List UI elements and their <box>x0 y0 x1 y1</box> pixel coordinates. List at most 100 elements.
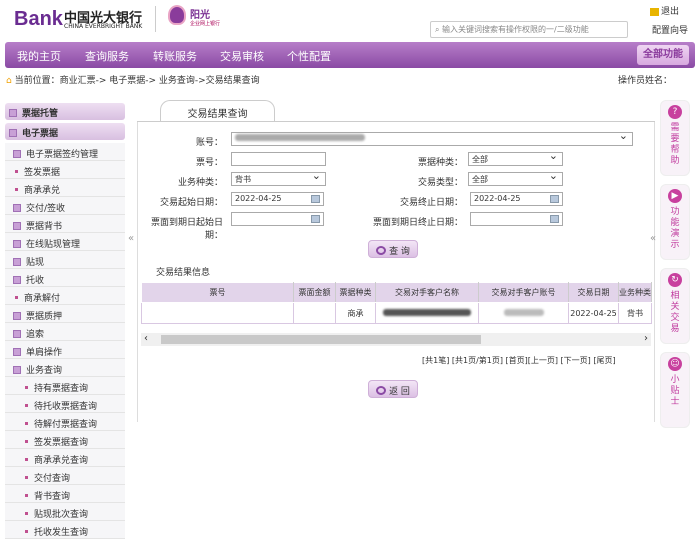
expand-icon <box>13 222 21 230</box>
expand-icon <box>13 312 21 320</box>
sidebar-header-bill-custody[interactable]: 票据托管 <box>5 103 125 120</box>
sidebar-item-label: 票据背书 <box>26 222 63 232</box>
cell-bill-type: 商承 <box>335 302 376 324</box>
sidebar-item-label: 电子票据签约管理 <box>26 150 99 160</box>
sidebar-item[interactable]: 业务查询 <box>5 359 125 377</box>
sidebar-header-label: 电子票据 <box>22 129 59 139</box>
calendar-icon[interactable] <box>550 195 559 203</box>
bank-logo: Bank <box>14 8 63 30</box>
search-placeholder: 输入关键词搜索有操作权限的一/二级功能 <box>442 25 589 34</box>
sidebar-item-label: 单肩操作 <box>26 348 63 358</box>
sidebar-item[interactable]: 交付/签收 <box>5 197 125 215</box>
all-functions-button[interactable]: 全部功能 <box>637 45 689 65</box>
expand-icon <box>13 366 21 374</box>
sidebar-item[interactable]: 交付查询 <box>5 467 125 485</box>
back-button[interactable]: 返 回 <box>368 380 418 398</box>
logout-icon <box>650 7 659 16</box>
scrollbar-thumb[interactable] <box>161 335 481 344</box>
sidebar-item[interactable]: 待解付票据查询 <box>5 413 125 431</box>
badge-title: 阳光 <box>190 10 210 21</box>
due-start-input[interactable] <box>231 212 324 226</box>
sidebar-item[interactable]: 持有票据查询 <box>5 377 125 395</box>
sidebar-header-e-bill[interactable]: 电子票据 <box>5 123 125 140</box>
nav-query[interactable]: 查询服务 <box>85 48 129 64</box>
results-table: 票号 票面金额 票据种类 交易对手客户名称 交易对手客户账号 交易日期 业务种类… <box>141 282 652 324</box>
biz-type-label: 业务种类： <box>177 178 223 188</box>
expand-icon <box>13 240 21 248</box>
bill-no-input[interactable] <box>231 152 326 166</box>
sidebar-item[interactable]: 待托收票据查询 <box>5 395 125 413</box>
sidebar-item[interactable]: 商承承兑查询 <box>5 449 125 467</box>
sidebar-item[interactable]: 商承解付 <box>5 287 125 305</box>
pagination[interactable]: [共1笔] [共1页/第1页] [首页][上一页] [下一页] [尾页] <box>422 355 616 366</box>
nav-transfer[interactable]: 转账服务 <box>153 48 197 64</box>
sidebar-item-label: 交付查询 <box>34 474 71 484</box>
sidebar-item[interactable]: 托收发生查询 <box>5 521 125 539</box>
sidebar-item[interactable]: 追索 <box>5 323 125 341</box>
account-label: 账号： <box>195 138 223 148</box>
rail-label: 相关交易 <box>670 291 680 334</box>
bank-name-en: CHINA EVERBRIGHT BANK <box>64 23 143 30</box>
trade-type-label: 交易类型： <box>417 178 463 188</box>
logout-button[interactable]: 退出 <box>650 4 679 17</box>
home-icon: ⌂ <box>6 76 12 86</box>
bill-type-select[interactable]: 全部 <box>468 149 563 166</box>
col-date: 交易日期 <box>568 282 619 303</box>
sidebar-item[interactable]: 贴现批次查询 <box>5 503 125 521</box>
bullet-icon <box>15 188 18 191</box>
calendar-icon[interactable] <box>311 215 320 223</box>
sidebar-item[interactable]: 单肩操作 <box>5 341 125 359</box>
tab-trade-result-query[interactable]: 交易结果查询 <box>160 100 275 122</box>
sidebar-item[interactable]: 商承承兑 <box>5 179 125 197</box>
sidebar-item[interactable]: 签发票据查询 <box>5 431 125 449</box>
end-date-input[interactable]: 2022-04-25 <box>470 192 563 206</box>
biz-type-select[interactable]: 背书 <box>231 169 326 186</box>
sidebar-item[interactable]: 贴现 <box>5 251 125 269</box>
start-date-input[interactable]: 2022-04-25 <box>231 192 324 206</box>
scroll-left-icon[interactable]: ‹ <box>144 333 148 344</box>
rail-demo-button[interactable]: ▶ 功能演示 <box>660 184 690 260</box>
back-icon <box>376 386 387 395</box>
account-select[interactable] <box>231 129 633 146</box>
sidebar-item-label: 在线贴现管理 <box>26 240 81 250</box>
calendar-icon[interactable] <box>311 195 320 203</box>
col-bill-type: 票据种类 <box>335 282 376 303</box>
collapse-sidebar-icon[interactable]: « <box>128 233 134 244</box>
table-row[interactable]: 商承 2022-04-25 背书 <box>141 302 652 324</box>
function-search-input[interactable]: ⌕ 输入关键词搜索有操作权限的一/二级功能 <box>430 21 628 38</box>
nav-home[interactable]: 我的主页 <box>17 48 61 64</box>
col-amount: 票面金额 <box>293 282 336 303</box>
sidebar-item-label: 托收 <box>26 276 45 286</box>
sidebar-item[interactable]: 托收 <box>5 269 125 287</box>
col-counterparty-account: 交易对手客户账号 <box>478 282 569 303</box>
trade-type-select[interactable]: 全部 <box>468 169 563 186</box>
bill-type-value: 全部 <box>472 155 488 164</box>
nav-personal[interactable]: 个性配置 <box>287 48 331 64</box>
demo-icon: ▶ <box>668 189 682 203</box>
bullet-icon <box>25 422 28 425</box>
sidebar-item[interactable]: 在线贴现管理 <box>5 233 125 251</box>
sidebar-item[interactable]: 背书查询 <box>5 485 125 503</box>
bullet-icon <box>25 530 28 533</box>
config-guide-link[interactable]: 配置向导 <box>652 23 688 36</box>
sidebar-item-label: 追索 <box>26 330 45 340</box>
rail-related-trades-button[interactable]: ↻ 相关交易 <box>660 268 690 344</box>
sidebar-item[interactable]: 签发票据 <box>5 161 125 179</box>
sidebar-item[interactable]: 电子票据签约管理 <box>5 143 125 161</box>
rail-help-button[interactable]: ? 需要帮助 <box>660 100 690 176</box>
main-nav: 我的主页 查询服务 转账服务 交易审核 个性配置 全部功能 <box>5 42 695 68</box>
due-end-input[interactable] <box>470 212 563 226</box>
scroll-right-icon[interactable]: › <box>644 333 648 344</box>
horizontal-scrollbar[interactable]: ‹ › <box>141 333 651 346</box>
nav-audit[interactable]: 交易审核 <box>220 48 264 64</box>
results-title: 交易结果信息 <box>156 268 211 278</box>
calendar-icon[interactable] <box>550 215 559 223</box>
sidebar-item[interactable]: 票据质押 <box>5 305 125 323</box>
rail-tips-button[interactable]: ☺ 小贴士 <box>660 352 690 428</box>
sidebar-item[interactable]: 票据背书 <box>5 215 125 233</box>
sidebar-item-label: 签发票据查询 <box>34 438 89 448</box>
bullet-icon <box>25 512 28 515</box>
due-end-label: 票面到期日终止日期： <box>372 218 463 228</box>
collapse-rail-icon[interactable]: « <box>650 233 656 244</box>
query-button[interactable]: 查 询 <box>368 240 418 258</box>
